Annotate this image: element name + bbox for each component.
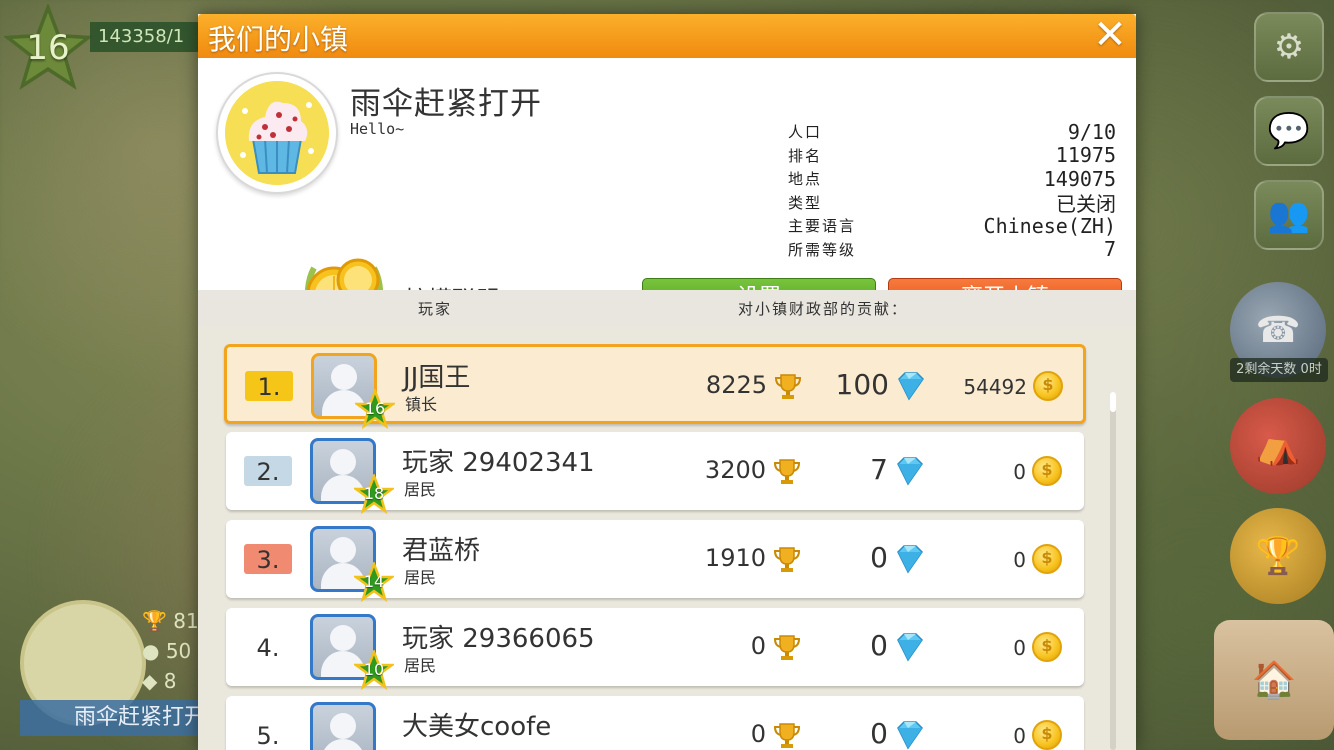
cupcake-icon: [225, 81, 329, 185]
coin-icon: [1032, 544, 1062, 574]
player-name: 玩家 29366065: [402, 624, 595, 654]
player-level-badge[interactable]: 16: [4, 4, 92, 92]
table-row[interactable]: 3. 14 君蓝桥居民 1910 0 0: [226, 520, 1084, 602]
town-description: Hello~: [350, 120, 405, 138]
player-role: 镇长: [405, 395, 438, 414]
player-name: JJ国王: [403, 363, 471, 393]
contribution-column-header: 对小镇财政部的贡献：: [738, 300, 909, 318]
player-avatar[interactable]: [310, 702, 376, 750]
scrollbar-thumb[interactable]: [1110, 392, 1116, 412]
town-dialog: 我们的小镇 ✕ 雨伞赶紧打开 Hello~ 人口 9/10 排名 11975 地…: [198, 14, 1136, 750]
coin-icon: ●: [142, 639, 160, 663]
rank-badge: 3.: [244, 544, 292, 574]
xp-progress: 143358/1: [90, 22, 210, 52]
timer-label: 2剩余天数 0时: [1230, 358, 1328, 382]
level-star-icon: 10: [354, 650, 394, 690]
player-level: 18: [363, 484, 385, 503]
stat-type: 类型 已关闭: [788, 191, 1116, 216]
player-column-header: 玩家: [418, 300, 453, 318]
town-stats: 人口 9/10 排名 11975 地点 149075 类型 已关闭 主要语言 C…: [788, 119, 1116, 262]
player-level: 14: [363, 572, 385, 591]
player-role: 居民: [404, 480, 437, 499]
achievements-button[interactable]: 🏆: [1230, 508, 1326, 604]
event-button[interactable]: ⛺: [1230, 398, 1326, 494]
level-star-icon: 18: [354, 474, 394, 514]
trophy-count: 0: [750, 632, 766, 660]
table-row[interactable]: 5. 大美女coofe 0 0 0: [226, 696, 1084, 750]
stat-language: 主要语言 Chinese(ZH): [788, 213, 1116, 238]
close-icon: ✕: [1093, 12, 1127, 58]
table-row[interactable]: 2. 18 玩家 29402341 居民 3200 7 0: [226, 432, 1084, 514]
coin-icon: [1033, 371, 1063, 401]
dialog-title: 我们的小镇: [208, 23, 349, 56]
scrollbar[interactable]: [1110, 396, 1116, 750]
level-star-icon: 16: [355, 389, 395, 429]
trophy-count: 8225: [705, 371, 767, 399]
player-name: 大美女coofe: [402, 712, 552, 742]
coin-icon: [1032, 720, 1062, 750]
gem-count: 0: [870, 717, 888, 750]
town-name-label[interactable]: 雨伞赶紧打开: [20, 700, 210, 736]
table-row[interactable]: 1. 16 JJ国王镇长 8225 100 54492: [224, 344, 1086, 429]
coin-count: 0: [1013, 724, 1026, 748]
player-name: 玩家 29402341: [402, 448, 595, 478]
add-friend-button[interactable]: 👥: [1254, 180, 1324, 250]
town-summary-stats: 🏆 81 ● 50 ◆ 8: [142, 609, 199, 693]
stat-rank: 排名 11975: [788, 143, 1116, 168]
chat-button[interactable]: 💬: [1254, 96, 1324, 166]
trophy-icon: 🏆: [1255, 536, 1301, 577]
gem-count: 7: [870, 453, 888, 486]
list-header: 玩家 对小镇财政部的贡献：: [198, 290, 1136, 326]
town-name: 雨伞赶紧打开: [350, 86, 542, 122]
coin-icon: [1032, 632, 1062, 662]
dialog-titlebar: 我们的小镇 ✕: [198, 14, 1136, 58]
gem-count: 0: [870, 629, 888, 662]
player-list[interactable]: 1.16JJ国王镇长8225100544922.18玩家 29402341居民3…: [198, 326, 1136, 750]
table-row[interactable]: 4. 10 玩家 29366065 居民 0 0 0: [226, 608, 1084, 690]
coin-count: 0: [1013, 548, 1026, 572]
rank-badge: 1.: [245, 371, 293, 401]
rank-badge: 2.: [244, 456, 292, 486]
stat-population: 人口 9/10: [788, 119, 1116, 144]
player-name: 君蓝桥: [402, 536, 481, 566]
player-role: 居民: [404, 568, 437, 587]
rank-badge: 5.: [256, 722, 280, 750]
gem-icon: ◆: [142, 669, 158, 693]
settings-button[interactable]: ⚙: [1254, 12, 1324, 82]
level-star-icon: 14: [354, 562, 394, 602]
player-level-value: 16: [26, 28, 70, 68]
gem-count: 100: [835, 368, 889, 401]
player-level: 10: [363, 660, 385, 679]
player-level: 16: [364, 399, 386, 418]
house-icon: 🏠: [1251, 660, 1297, 701]
player-role: 居民: [404, 656, 437, 675]
stat-required-level: 所需等级 7: [788, 237, 1116, 262]
town-info: 雨伞赶紧打开 Hello~ 人口 9/10 排名 11975 地点 149075…: [198, 58, 1136, 322]
tent-icon: ⛺: [1255, 426, 1301, 467]
chat-icon: 💬: [1267, 111, 1311, 151]
close-button[interactable]: ✕: [1092, 15, 1128, 55]
trophy-count: 0: [750, 720, 766, 748]
trophy-icon: 🏆: [142, 609, 167, 633]
gear-icon: ⚙: [1273, 27, 1305, 67]
coin-count: 54492: [963, 375, 1027, 399]
trophy-count: 1910: [704, 544, 766, 572]
trophy-count: 3200: [704, 456, 766, 484]
gem-count: 0: [870, 541, 888, 574]
coin-count: 0: [1013, 636, 1026, 660]
rank-badge: 4.: [256, 634, 280, 662]
phone-icon: ☎: [1255, 309, 1301, 351]
coin-count: 0: [1013, 460, 1026, 484]
town-emblem: [216, 72, 338, 194]
add-friend-icon: 👥: [1267, 195, 1311, 235]
build-button[interactable]: 🏠: [1214, 620, 1334, 740]
coin-icon: [1032, 456, 1062, 486]
